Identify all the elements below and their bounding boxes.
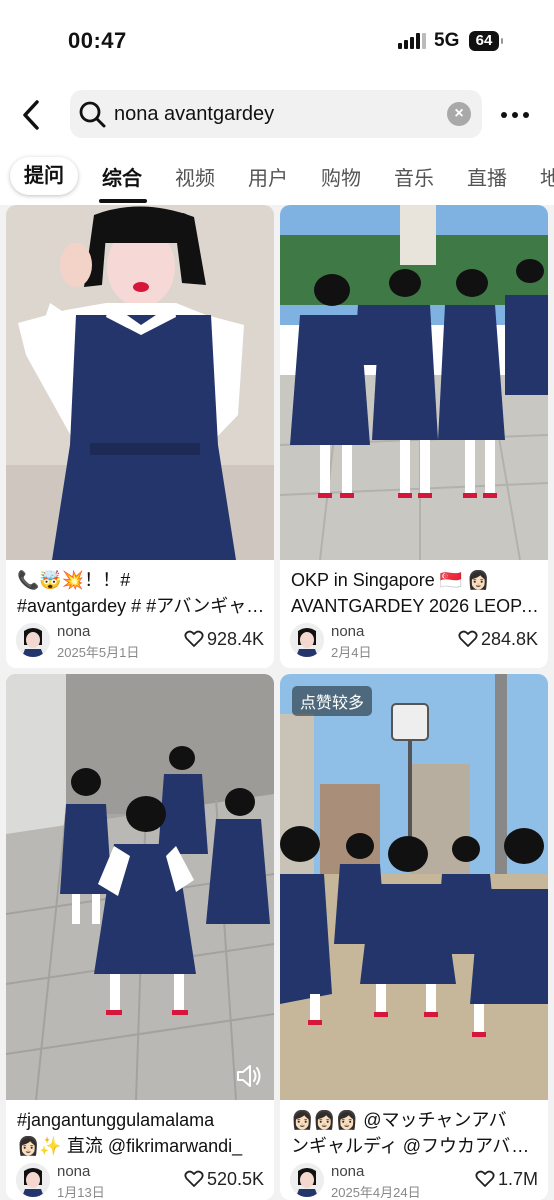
like-count-value: 520.5K	[206, 1169, 264, 1189]
avatar[interactable]	[290, 623, 324, 657]
avatar[interactable]	[290, 1163, 324, 1197]
video-card[interactable]: 📞🤯💥！！# #avantgardey # #アバンギャルディ nona 202…	[6, 205, 274, 668]
tab-videos[interactable]: 视频	[175, 162, 215, 191]
search-icon	[79, 101, 106, 128]
author-name[interactable]: nona	[331, 623, 364, 640]
like-count-value: 1.7M	[497, 1169, 538, 1189]
status-bar: 00:47 5G 64	[0, 0, 554, 80]
heart-icon[interactable]	[475, 1170, 495, 1188]
author-name[interactable]: nona	[57, 623, 90, 640]
video-card[interactable]: OKP in Singapore 🇸🇬 👩🏻 AVANTGARDEY 2026 …	[280, 205, 548, 668]
tab-music[interactable]: 音乐	[394, 162, 434, 191]
card-title-line2: #avantgardey # #アバンギャルディ	[17, 596, 267, 616]
heart-icon[interactable]	[458, 630, 478, 648]
search-query[interactable]: nona avantgardey	[114, 103, 274, 126]
like-count[interactable]: 520.5K	[184, 1169, 264, 1190]
video-card[interactable]: 点赞较多 👩🏻👩🏻👩🏻 @マッチャンアバ ンギャルディ @フウカアバンギャルディ…	[280, 674, 548, 1200]
video-thumbnail[interactable]: 点赞较多	[280, 674, 548, 1100]
heart-icon[interactable]	[184, 1170, 204, 1188]
search-input[interactable]: nona avantgardey ×	[70, 90, 482, 138]
post-date: 1月13日	[57, 1185, 105, 1200]
like-count-value: 928.4K	[206, 629, 264, 649]
network-type: 5G	[434, 30, 460, 51]
video-thumbnail[interactable]	[6, 205, 274, 560]
popular-badge: 点赞较多	[292, 686, 373, 716]
search-header: nona avantgardey ×	[0, 80, 554, 150]
card-title-line2: 👩🏻✨ 直流 @fikrimarwandi_	[17, 1136, 243, 1156]
card-title-line1: OKP in Singapore 🇸🇬 👩🏻	[291, 570, 490, 590]
active-tab-indicator	[99, 199, 147, 203]
filter-tabs: 提问 综合 视频 用户 购物 音乐 直播 地	[0, 150, 554, 205]
tab-ask[interactable]: 提问	[10, 157, 78, 195]
volume-icon[interactable]	[234, 1062, 264, 1090]
chevron-left-icon	[23, 100, 39, 130]
card-title-line1: 📞🤯💥！！#	[17, 570, 131, 590]
tab-users[interactable]: 用户	[248, 162, 288, 191]
heart-icon[interactable]	[184, 630, 204, 648]
like-count[interactable]: 1.7M	[475, 1169, 538, 1190]
tab-more[interactable]: 地	[540, 162, 554, 191]
tab-live[interactable]: 直播	[467, 162, 507, 191]
more-options-button[interactable]	[498, 102, 532, 128]
post-date: 2025年4月24日	[331, 1185, 421, 1200]
video-card[interactable]: #jangantunggulamalama 👩🏻✨ 直流 @fikrimarwa…	[6, 674, 274, 1200]
card-title-line2: AVANTGARDEY 2026 LEOPALACE	[291, 596, 541, 616]
like-count-value: 284.8K	[480, 629, 538, 649]
card-title-line1: #jangantunggulamalama	[17, 1110, 215, 1130]
tab-shopping[interactable]: 购物	[321, 162, 361, 191]
author-name[interactable]: nona	[57, 1163, 90, 1180]
like-count[interactable]: 284.8K	[458, 629, 538, 650]
like-count[interactable]: 928.4K	[184, 629, 264, 650]
tab-all[interactable]: 综合	[102, 162, 142, 191]
signal-icon	[398, 33, 426, 49]
card-title-line2: ンギャルディ @フウカアバンギャルディ	[291, 1136, 541, 1156]
battery-icon: 64	[469, 31, 503, 51]
post-date: 2025年5月1日	[57, 645, 140, 660]
clear-search-button[interactable]: ×	[447, 102, 471, 126]
card-title-line1: 👩🏻👩🏻👩🏻 @マッチャンアバ	[291, 1110, 507, 1130]
video-thumbnail[interactable]	[280, 205, 548, 560]
back-button[interactable]	[18, 98, 46, 132]
status-time: 00:47	[68, 28, 127, 53]
avatar[interactable]	[16, 623, 50, 657]
author-name[interactable]: nona	[331, 1163, 364, 1180]
post-date: 2月4日	[331, 645, 372, 660]
video-thumbnail[interactable]	[6, 674, 274, 1100]
avatar[interactable]	[16, 1163, 50, 1197]
